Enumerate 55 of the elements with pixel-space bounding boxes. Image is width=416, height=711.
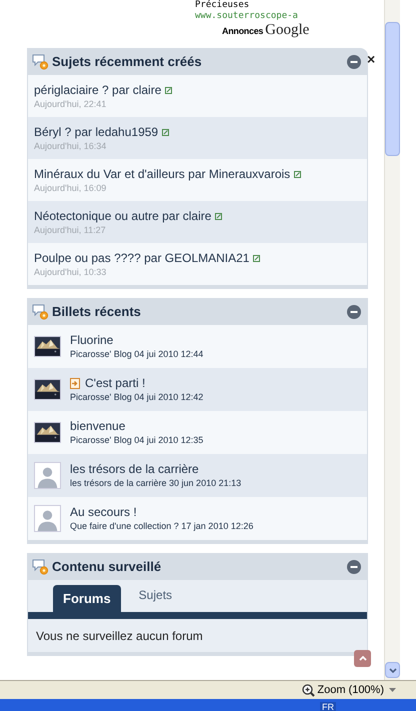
default-avatar-icon	[34, 462, 61, 489]
chevron-up-icon	[358, 656, 366, 661]
post-meta: Picarosse' Blog 04 jui 2010 12:42	[70, 391, 204, 403]
post-meta: les trésors de la carrière 30 jun 2010 21:13	[70, 477, 242, 489]
zoom-in-icon[interactable]	[302, 684, 316, 696]
topic-link[interactable]: Néotectonique ou autre par claire	[34, 208, 212, 224]
tab[interactable]: Sujets	[128, 580, 182, 612]
post-date: Aujourd'hui, 16:09	[34, 182, 108, 194]
empty-message: Vous ne surveillez aucun forum	[36, 628, 203, 644]
post-date: Aujourd'hui, 11:27	[34, 224, 107, 236]
panel-title: Sujets récemment créés	[52, 52, 203, 71]
scrollbar-thumb[interactable]	[385, 22, 400, 156]
topic-link[interactable]: Béryl ? par ledahu1959	[34, 124, 158, 140]
language-indicator[interactable]: FR	[320, 702, 336, 711]
topic-link[interactable]: Minéraux du Var et d'ailleurs par Minerauxvarois	[34, 166, 290, 182]
collapse-icon[interactable]	[347, 304, 361, 318]
post-date: Aujourd'hui, 16:34	[34, 140, 108, 152]
post-title[interactable]: les trésors de la carrière	[70, 462, 199, 477]
close-button[interactable]: ×	[367, 52, 376, 66]
panel-title: Billets récents	[52, 302, 142, 321]
collapse-icon[interactable]	[347, 560, 361, 574]
post-meta: Picarosse' Blog 04 jui 2010 12:44	[70, 348, 204, 360]
discussion-icon	[32, 302, 50, 320]
external-link-icon[interactable]	[165, 86, 172, 94]
default-avatar-icon	[34, 505, 61, 532]
chevron-down-icon	[388, 668, 396, 672]
external-link-icon[interactable]	[253, 254, 260, 262]
ads-brand[interactable]: Google	[265, 23, 310, 38]
scroll-top-button[interactable]	[354, 650, 371, 667]
ads-label[interactable]: Annonces	[222, 25, 264, 38]
scroll-down-button[interactable]	[385, 662, 400, 678]
collapse-icon[interactable]	[347, 54, 361, 68]
post-meta: Picarosse' Blog 04 jui 2010 12:35	[70, 434, 204, 446]
zoom-level[interactable]: Zoom (100%)	[317, 682, 384, 698]
tab[interactable]: Forums	[53, 585, 121, 612]
post-date: Aujourd'hui, 10:33	[34, 266, 108, 278]
post-title[interactable]: bienvenue	[70, 419, 126, 434]
panel-title: Contenu surveillé	[52, 558, 162, 576]
external-link-icon[interactable]	[162, 128, 170, 136]
post-title[interactable]: C'est parti !	[85, 376, 146, 391]
ad-title[interactable]: Précieuses	[195, 0, 384, 10]
external-link-icon[interactable]	[215, 212, 222, 220]
external-link-icon[interactable]	[294, 170, 302, 178]
post-date: Aujourd'hui, 22:41	[34, 98, 108, 110]
discussion-icon	[32, 558, 50, 576]
scrollbar[interactable]	[384, 0, 400, 680]
document-arrow-icon	[70, 378, 80, 389]
ad-url[interactable]: www.souterroscope-a	[195, 10, 384, 23]
post-meta: Que faire d'une collection ? 17 jan 2010 12:26	[70, 520, 254, 532]
topic-link[interactable]: Poulpe ou pas ???? par GEOLMANIA21	[34, 250, 250, 266]
caret-icon[interactable]	[389, 688, 396, 692]
discussion-icon	[32, 52, 50, 70]
post-title[interactable]: Fluorine	[70, 333, 114, 348]
post-title[interactable]: Au secours !	[70, 505, 137, 520]
topic-link[interactable]: périglaciaire ? par claire	[34, 82, 162, 98]
